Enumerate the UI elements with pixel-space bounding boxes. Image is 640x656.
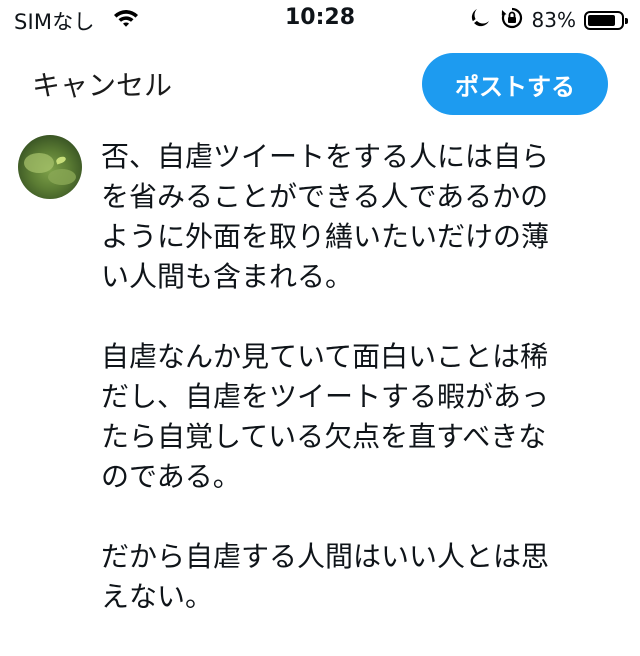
tweet-line: えない。 xyxy=(101,580,214,613)
tweet-paragraph: だから自虐する人間はいい人とは思 えない。 xyxy=(101,537,621,617)
tweet-line: たら自覚している欠点を直すべきな xyxy=(101,420,547,453)
tweet-line: い人間も含まれる。 xyxy=(101,260,354,293)
tweet-text-area[interactable]: 否、自虐ツイートをする人には自ら を省みることができる人であるかの ように外面を取り… xyxy=(101,137,621,617)
post-button[interactable]: ポストする xyxy=(422,53,608,115)
tweet-line: だから自虐する人間はいい人とは思 xyxy=(101,540,550,573)
tweet-line: ように外面を取り繕いたいだけの薄 xyxy=(101,220,550,253)
battery-percent: 83% xyxy=(531,8,576,32)
avatar-bokeh xyxy=(48,169,76,185)
cancel-button[interactable]: キャンセル xyxy=(32,64,172,104)
tweet-line: のである。 xyxy=(101,460,241,493)
tweet-line: を省みることができる人であるかの xyxy=(101,180,549,213)
battery-nub xyxy=(625,17,628,24)
tweet-paragraph: 自虐なんか見ていて面白いことは稀 だし、自虐をツイートする暇があっ たら自覚している… xyxy=(101,337,621,497)
tweet-line: 否、自虐ツイートをする人には自ら xyxy=(101,140,550,173)
tweet-paragraph: 否、自虐ツイートをする人には自ら を省みることができる人であるかの ように外面を取り… xyxy=(101,137,621,297)
avatar-bokeh xyxy=(24,153,54,173)
avatar-sprout xyxy=(55,155,67,165)
battery-fill xyxy=(588,14,615,26)
avatar xyxy=(18,135,82,199)
status-bar: SIMなし 10:28 83% xyxy=(0,0,640,44)
battery-icon xyxy=(584,10,628,30)
orientation-lock-icon xyxy=(500,6,524,34)
status-icons: 83% xyxy=(460,6,628,34)
tweet-line: だし、自虐をツイートする暇があっ xyxy=(101,380,550,413)
moon-icon xyxy=(468,7,492,33)
tweet-line: 自虐なんか見ていて面白いことは稀 xyxy=(101,340,549,373)
